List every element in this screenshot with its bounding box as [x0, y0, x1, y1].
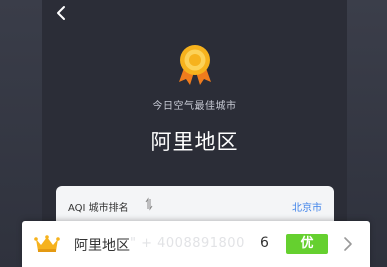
chevron-right-icon[interactable] — [343, 236, 353, 252]
gold-medal-icon — [179, 45, 211, 85]
crown-icon — [34, 235, 60, 252]
ranking-city-link[interactable]: 北京市 — [292, 199, 322, 214]
chevron-left-icon[interactable] — [54, 4, 68, 22]
sort-arrows-icon[interactable] — [144, 197, 154, 211]
best-city-name: 阿里地区 — [150, 130, 239, 154]
watermark-text: " + 4008891800 — [130, 236, 245, 251]
row-city-name: 阿里地区 — [74, 238, 130, 254]
row-aqi-value: 6 — [260, 235, 269, 251]
ranking-row[interactable]: 阿里地区 " + 4008891800 6 优 — [22, 221, 370, 267]
best-city-subtitle: 今日空气最佳城市 — [152, 101, 237, 112]
air-quality-badge: 优 — [286, 234, 328, 254]
ranking-label: AQI 城市排名 — [68, 203, 129, 214]
